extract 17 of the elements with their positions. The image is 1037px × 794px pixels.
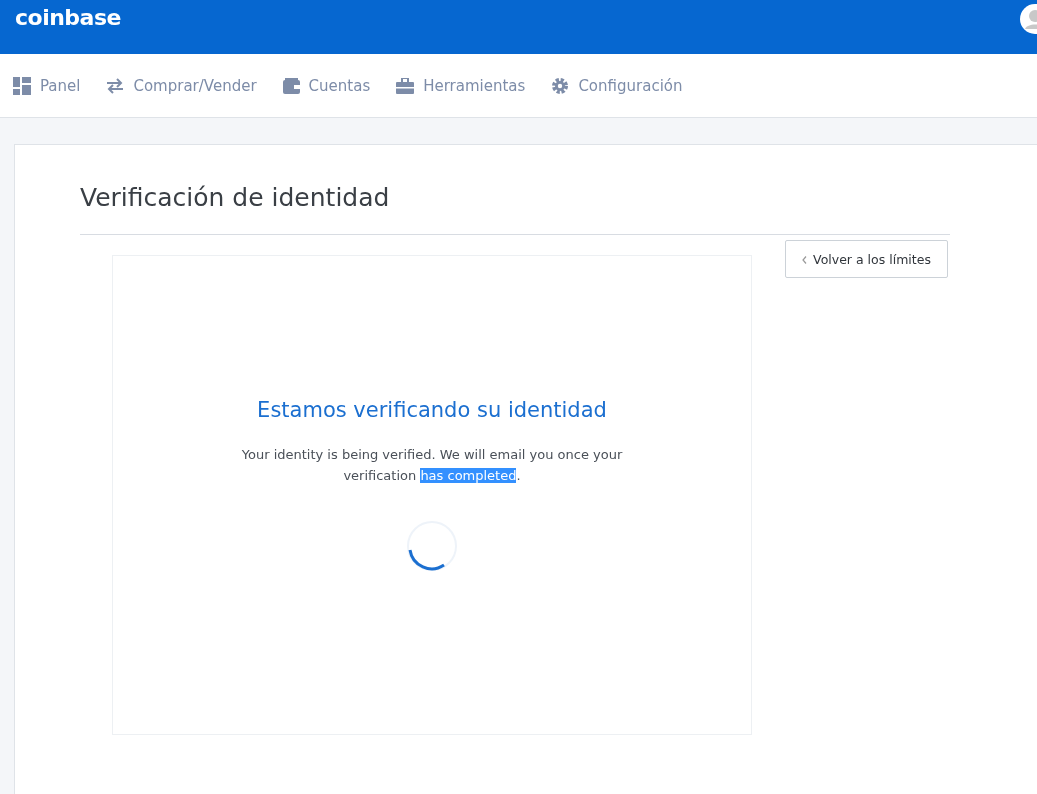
logo[interactable]: coinbase (15, 5, 121, 30)
page-title: Verificación de identidad (80, 183, 391, 214)
nav-item[interactable]: Configuración (551, 76, 683, 95)
nav-item[interactable]: Comprar/Vender (106, 76, 257, 95)
status-message: Your identity is being verified. We will email you once your verification has completed. (240, 446, 624, 485)
nav-item[interactable]: Cuentas (282, 76, 371, 95)
status-heading: Estamos verificando su identidad (257, 398, 607, 422)
settings-icon (551, 76, 570, 95)
nav-item[interactable]: Herramientas (396, 76, 526, 95)
swap-arrows-icon (106, 77, 125, 94)
toolbox-icon (396, 77, 415, 94)
wallet-icon (282, 77, 300, 94)
dashboard-icon (13, 76, 31, 95)
nav-item[interactable]: Panel (13, 76, 81, 95)
chevron-left-icon (802, 256, 808, 264)
back-button[interactable]: Volver a los límites (785, 240, 948, 278)
loading-spinner-icon (406, 520, 458, 572)
